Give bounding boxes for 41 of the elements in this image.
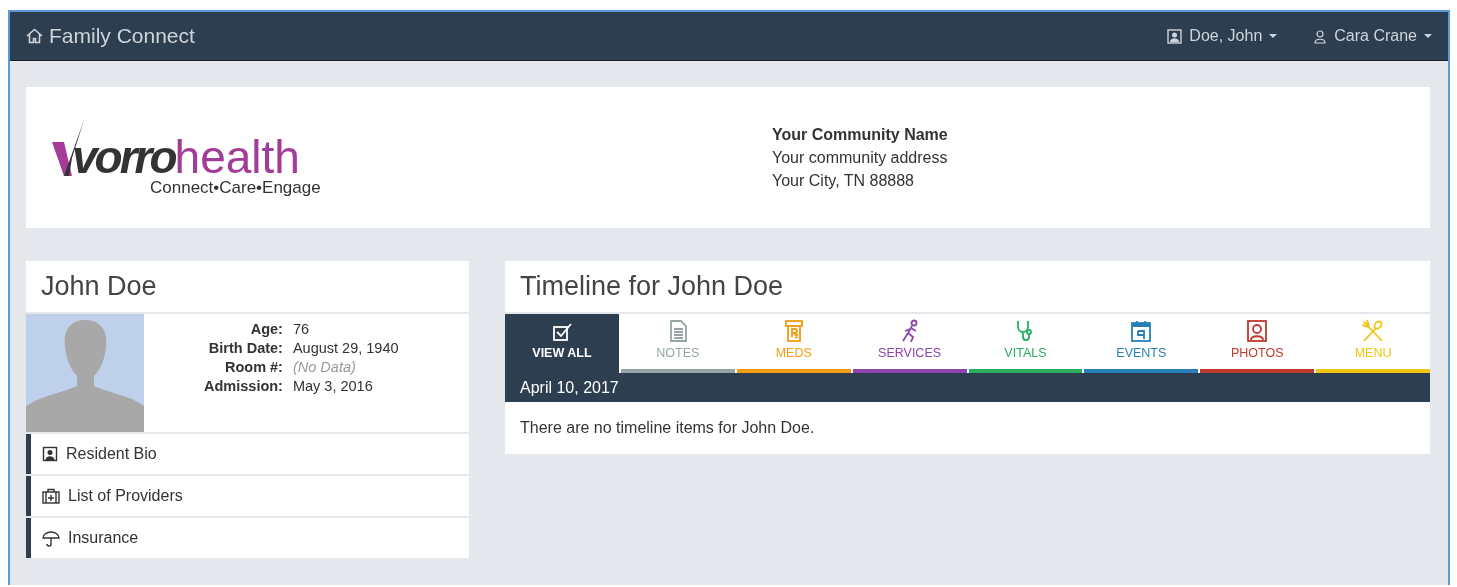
community-address: Your community address [772, 148, 948, 168]
sidebar-link[interactable]: List of Providers [26, 476, 469, 516]
home-link[interactable]: Family Connect [26, 24, 195, 48]
checkbox-icon [550, 321, 573, 343]
link-label: Insurance [68, 529, 139, 547]
detail-value: (No Data) [292, 359, 357, 375]
sidebar-link[interactable]: Insurance [26, 518, 469, 558]
user-icon [1313, 28, 1328, 44]
detail-value: May 3, 2016 [292, 378, 374, 394]
person-card-icon [42, 446, 58, 462]
community-name: Your Community Name [772, 125, 948, 145]
logo-text: health [174, 133, 300, 180]
detail-label: Age: [249, 321, 283, 337]
detail-label: Birth Date: [207, 340, 283, 356]
sidebar-link[interactable]: Resident Bio [26, 434, 469, 474]
person-card-icon [1167, 28, 1183, 44]
link-label: Resident Bio [66, 445, 157, 463]
portrait-icon [1246, 319, 1269, 343]
empty-message: There are no timeline items for John Doe. [505, 402, 1430, 454]
resident-menu[interactable]: Doe, John [1167, 27, 1278, 45]
detail-label: Room #: [223, 359, 283, 375]
caret-icon [1269, 34, 1278, 38]
logo-text: vorro [72, 133, 175, 180]
timeline-title: Timeline for John Doe [505, 261, 1430, 312]
detail-label: Admission: [204, 378, 283, 394]
calendar-icon [1130, 319, 1153, 343]
pill-bottle-icon [782, 319, 805, 343]
date-header: April 10, 2017 [505, 373, 1430, 402]
timeline-tab[interactable]: VIEW ALL [505, 314, 619, 373]
caret-icon [1424, 34, 1432, 38]
community-city: Your City, TN 88888 [772, 171, 915, 191]
detail-value: 76 [292, 321, 311, 337]
user-menu[interactable]: Cara Crane [1313, 27, 1432, 45]
resident-name: John Doe [26, 261, 469, 312]
logo-tagline: Connect•Care•Engage [150, 177, 322, 198]
detail-value: August 29, 1940 [292, 340, 399, 356]
fork-spoon-icon [1361, 319, 1386, 343]
medical-kit-icon [42, 488, 60, 504]
home-icon [26, 28, 43, 44]
link-label: List of Providers [68, 487, 183, 505]
umbrella-icon [42, 529, 60, 547]
